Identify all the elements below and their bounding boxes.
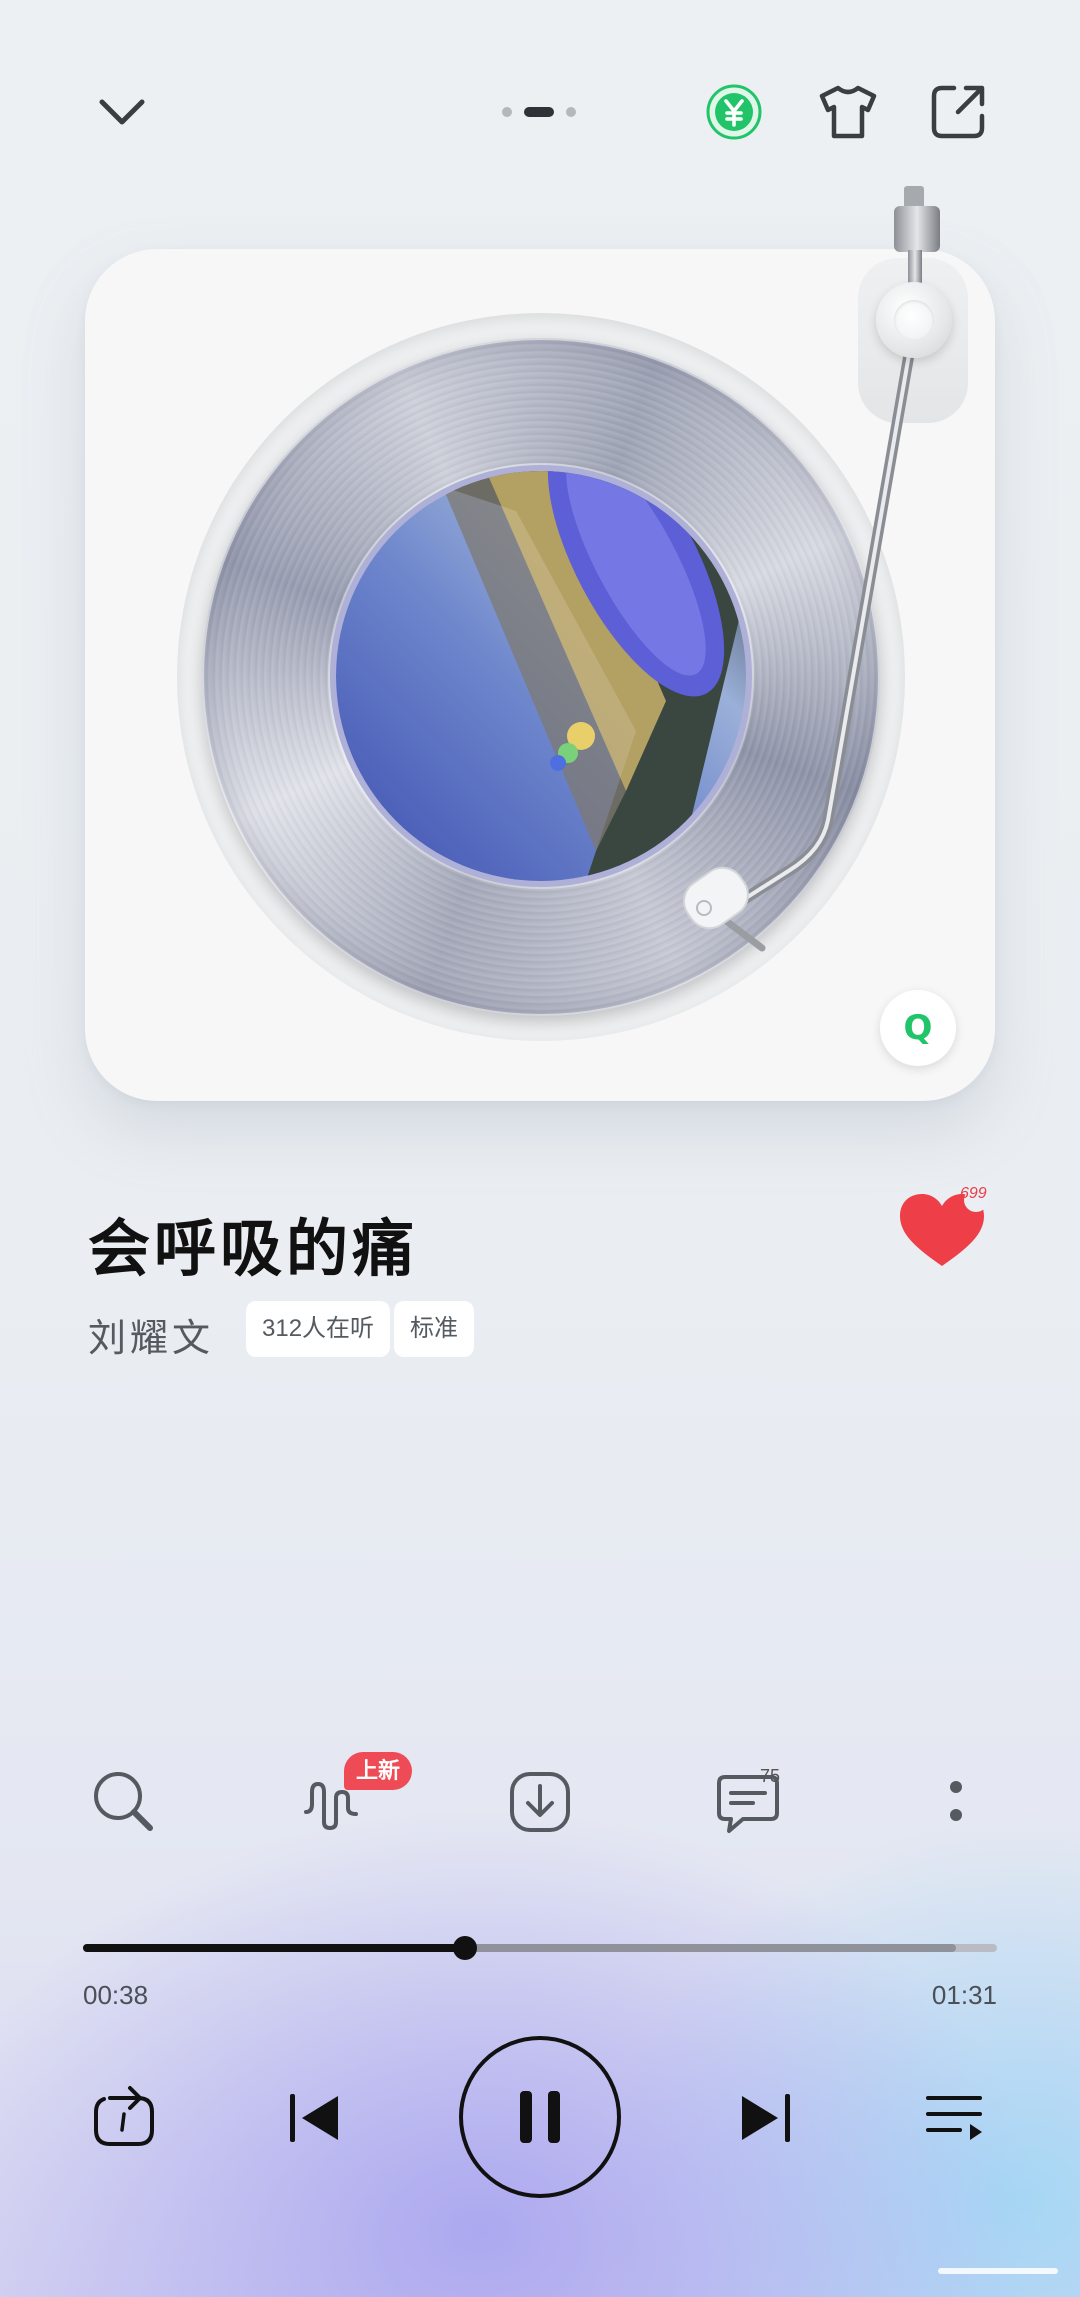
artist-name[interactable]: 刘耀文 bbox=[88, 1307, 214, 1362]
source-badge-label: Q bbox=[903, 1008, 933, 1048]
download-button[interactable] bbox=[504, 1766, 576, 1838]
new-badge: 上新 bbox=[344, 1752, 412, 1790]
comment-count: 75 bbox=[760, 1766, 781, 1786]
current-time: 00:38 bbox=[83, 1980, 149, 2010]
repeat-one-icon bbox=[94, 2086, 154, 2146]
quality-tag[interactable]: 标准 bbox=[394, 1301, 474, 1357]
loop-mode-button[interactable] bbox=[88, 2082, 160, 2154]
playlist-icon bbox=[926, 2096, 982, 2140]
previous-icon bbox=[290, 2094, 338, 2142]
tonearm-pivot bbox=[876, 282, 952, 358]
progress-thumb[interactable] bbox=[453, 1936, 478, 1960]
progress-played bbox=[83, 1944, 466, 1952]
play-pause-button[interactable] bbox=[459, 2036, 621, 2198]
listeners-tag[interactable]: 312人在听 bbox=[246, 1301, 391, 1357]
tonearm[interactable] bbox=[0, 0, 1080, 1100]
source-badge[interactable]: Q bbox=[880, 990, 956, 1066]
previous-button[interactable] bbox=[278, 2082, 350, 2154]
playlist-button[interactable] bbox=[918, 2082, 990, 2154]
search-button[interactable] bbox=[88, 1766, 160, 1838]
song-title: 会呼吸的痛 bbox=[88, 1212, 419, 1285]
progress-bar[interactable] bbox=[83, 1936, 997, 1960]
home-indicator bbox=[938, 2268, 1058, 2274]
next-button[interactable] bbox=[730, 2082, 802, 2154]
search-icon bbox=[94, 1772, 153, 1831]
more-vertical-icon bbox=[950, 1781, 962, 1821]
more-button[interactable] bbox=[920, 1766, 992, 1838]
pause-icon bbox=[520, 2091, 560, 2143]
like-count: 699 bbox=[960, 1185, 987, 1202]
next-icon bbox=[742, 2094, 790, 2142]
total-time: 01:31 bbox=[931, 1980, 997, 2010]
download-icon bbox=[510, 1772, 570, 1832]
